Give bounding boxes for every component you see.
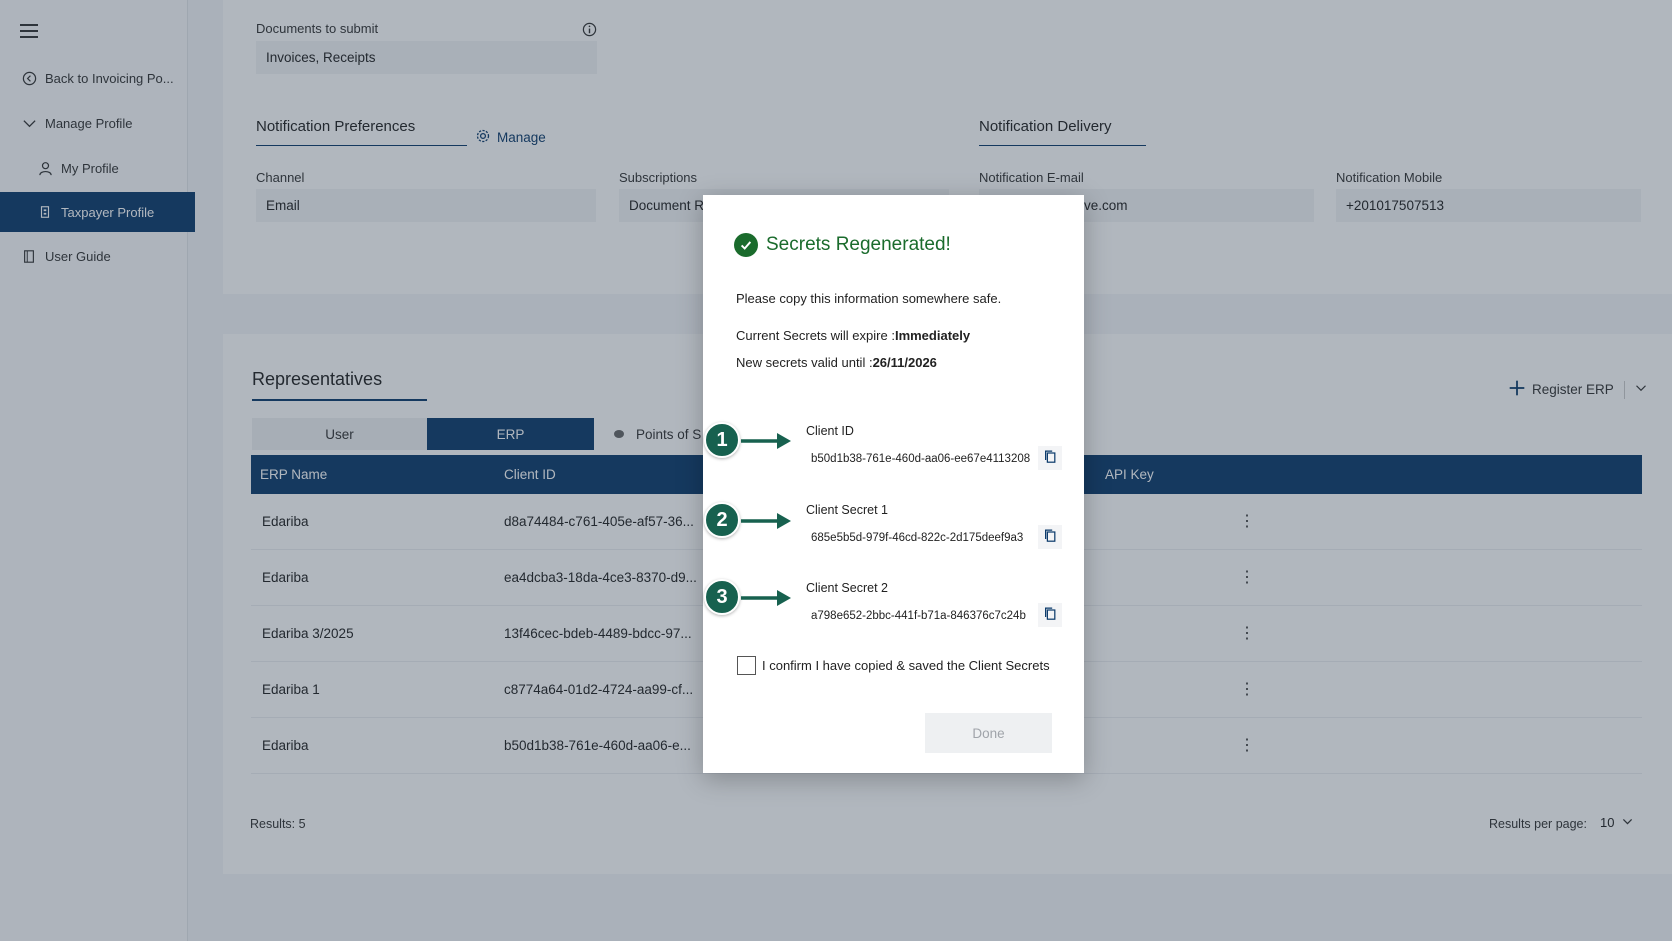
copy-secret-1-button[interactable] xyxy=(1038,525,1062,549)
client-secret-1-value: 685e5b5d-979f-46cd-822c-2d175deef9a3 xyxy=(811,532,1024,544)
arrow-1-icon xyxy=(741,433,791,449)
expire-label: Current Secrets will expire : xyxy=(736,328,895,343)
step-marker-2: 2 xyxy=(704,502,740,538)
client-secret-2-value: a798e652-2bbc-441f-b71a-846376c7c24b xyxy=(811,610,1026,622)
modal-title-text: Secrets Regenerated! xyxy=(766,234,951,255)
client-id-value: b50d1b38-761e-460d-aa06-ee67e4113208 xyxy=(811,453,1031,465)
confirm-label: I confirm I have copied & saved the Clie… xyxy=(762,658,1050,673)
confirm-checkbox[interactable] xyxy=(737,656,756,675)
copy-icon xyxy=(1043,449,1057,467)
copy-secret-2-button[interactable] xyxy=(1038,603,1062,627)
arrow-2-icon xyxy=(741,513,791,529)
copy-icon xyxy=(1043,606,1057,624)
check-circle-icon xyxy=(734,233,758,257)
done-button[interactable]: Done xyxy=(925,713,1052,753)
arrow-3-icon xyxy=(741,590,791,606)
secrets-modal: Secrets Regenerated! Please copy this in… xyxy=(703,195,1084,773)
client-secret-1-label: Client Secret 1 xyxy=(806,503,888,517)
modal-title: Secrets Regenerated! xyxy=(734,233,951,257)
client-secret-2-label: Client Secret 2 xyxy=(806,581,888,595)
expire-value: Immediately xyxy=(894,328,971,343)
modal-instruction: Please copy this information somewhere s… xyxy=(736,291,1002,306)
valid-value: 26/11/2026 xyxy=(872,355,937,370)
copy-icon xyxy=(1043,528,1057,546)
expire-line: Current Secrets will expire :Immediately xyxy=(736,328,970,343)
copy-client-id-button[interactable] xyxy=(1038,446,1062,470)
valid-line: New secrets valid until :26/11/2026 xyxy=(736,355,937,370)
step-marker-3: 3 xyxy=(704,579,740,615)
client-id-label: Client ID xyxy=(806,424,854,438)
step-marker-1: 1 xyxy=(704,422,740,458)
valid-label: New secrets valid until : xyxy=(736,355,873,370)
